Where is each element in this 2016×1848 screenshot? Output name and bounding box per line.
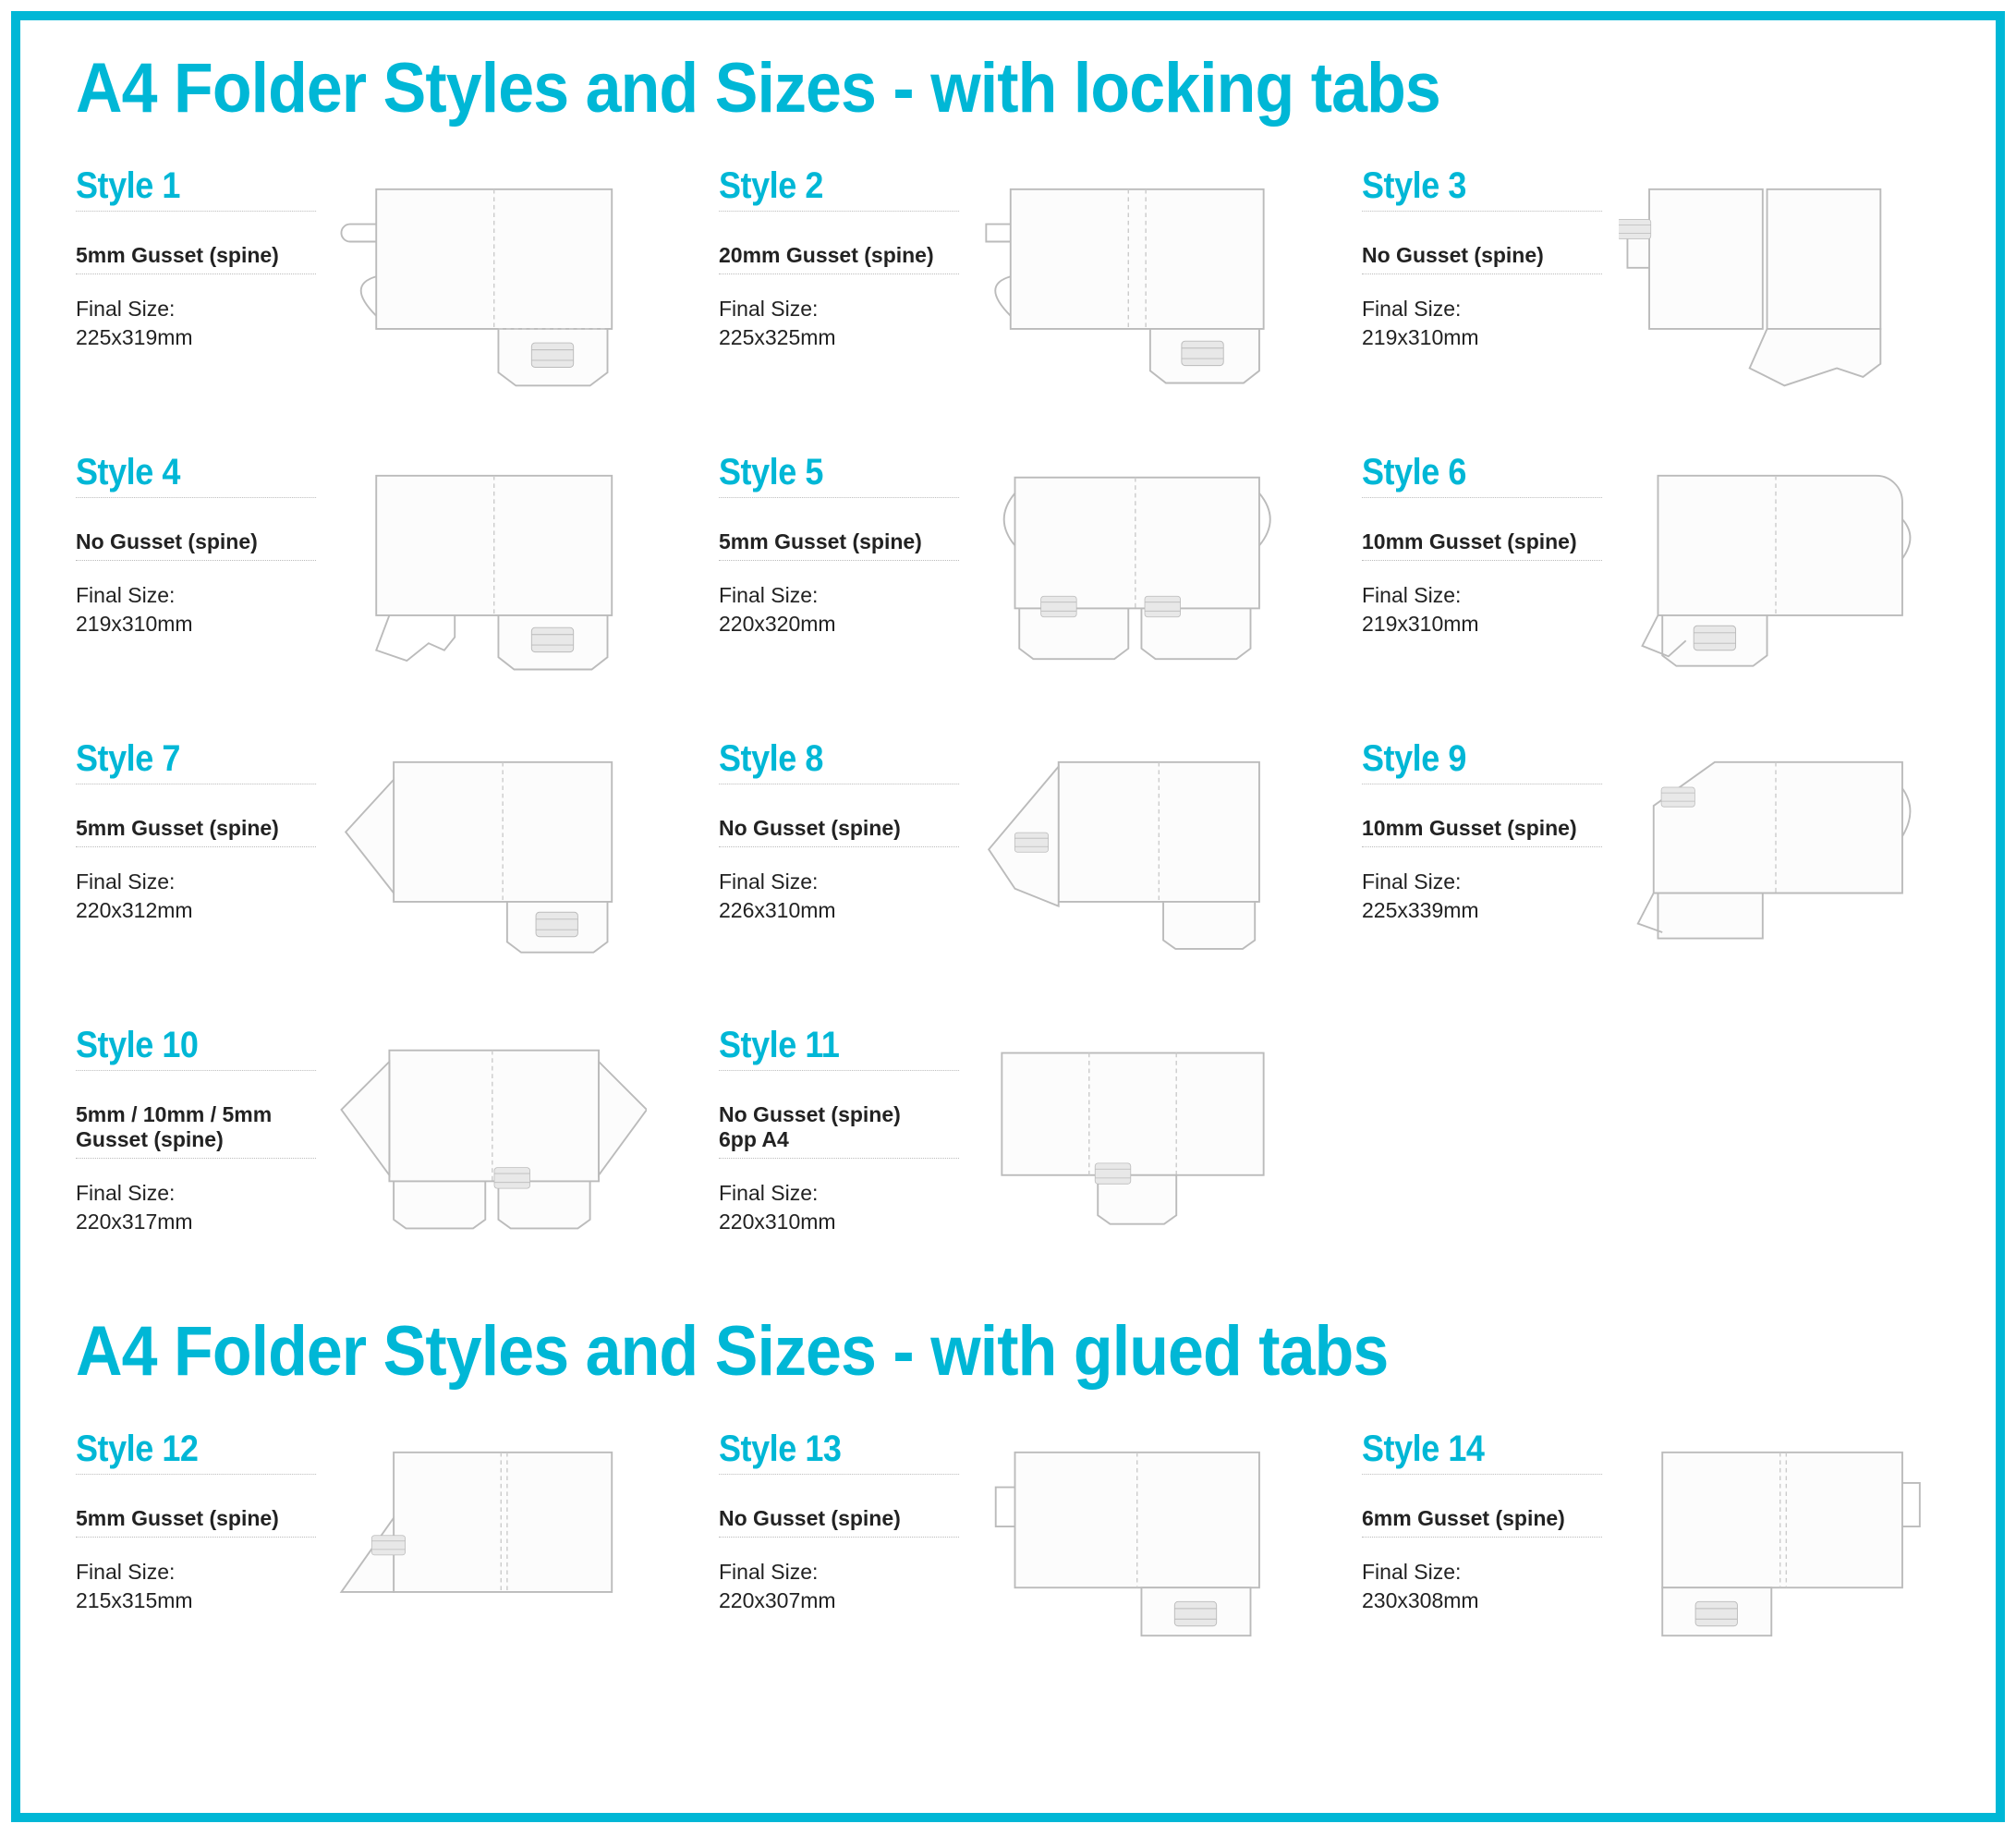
style-grid: Style 12 5mm Gusset (spine) Final Size: 21… xyxy=(76,1429,1940,1660)
gusset-spec: No Gusset (spine) xyxy=(76,529,316,561)
final-size: Final Size: 226x310mm xyxy=(719,868,959,925)
dieline-diagram xyxy=(1611,452,1940,683)
style-name: Style 12 xyxy=(76,1429,316,1475)
final-size: Final Size: 220x317mm xyxy=(76,1179,316,1236)
style-name: Style 3 xyxy=(1362,165,1602,212)
gusset-spec: No Gusset (spine) 6pp A4 xyxy=(719,1102,959,1159)
style-item: Style 2 20mm Gusset (spine) Final Size: 22… xyxy=(719,165,1297,396)
gusset-spec: 20mm Gusset (spine) xyxy=(719,243,959,274)
style-name: Style 1 xyxy=(76,165,316,212)
final-size: Final Size: 219x310mm xyxy=(1362,295,1602,352)
dieline-diagram xyxy=(325,1429,654,1660)
style-item: Style 7 5mm Gusset (spine) Final Size: 220… xyxy=(76,738,654,969)
gusset-spec: 10mm Gusset (spine) xyxy=(1362,529,1602,561)
gusset-spec: No Gusset (spine) xyxy=(719,816,959,847)
style-item: Style 6 10mm Gusset (spine) Final Size: 21… xyxy=(1362,452,1940,683)
style-item: Style 9 10mm Gusset (spine) Final Size: 22… xyxy=(1362,738,1940,969)
gusset-spec: 5mm Gusset (spine) xyxy=(76,243,316,274)
style-item: Style 8 No Gusset (spine) Final Size: 226x… xyxy=(719,738,1297,969)
style-name: Style 8 xyxy=(719,738,959,784)
style-name: Style 4 xyxy=(76,452,316,498)
final-size: Final Size: 225x339mm xyxy=(1362,868,1602,925)
dieline-diagram xyxy=(1611,738,1940,969)
gusset-spec: 10mm Gusset (spine) xyxy=(1362,816,1602,847)
style-item: Style 11 No Gusset (spine) 6pp A4 Final Si… xyxy=(719,1025,1297,1256)
final-size: Final Size: 220x310mm xyxy=(719,1179,959,1236)
section-heading: A4 Folder Styles and Sizes - with lockin… xyxy=(76,48,1791,128)
style-name: Style 10 xyxy=(76,1025,316,1071)
style-name: Style 13 xyxy=(719,1429,959,1475)
style-name: Style 6 xyxy=(1362,452,1602,498)
gusset-spec: 5mm / 10mm / 5mm Gusset (spine) xyxy=(76,1102,316,1159)
dieline-diagram xyxy=(325,165,654,396)
style-item: Style 14 6mm Gusset (spine) Final Size: 23… xyxy=(1362,1429,1940,1660)
final-size: Final Size: 225x319mm xyxy=(76,295,316,352)
final-size: Final Size: 215x315mm xyxy=(76,1558,316,1615)
style-item: Style 13 No Gusset (spine) Final Size: 220… xyxy=(719,1429,1297,1660)
gusset-spec: 6mm Gusset (spine) xyxy=(1362,1506,1602,1538)
dieline-diagram xyxy=(968,452,1297,683)
style-grid: Style 1 5mm Gusset (spine) Final Size: 225… xyxy=(76,165,1940,1256)
dieline-diagram xyxy=(968,738,1297,969)
final-size: Final Size: 219x310mm xyxy=(76,581,316,638)
style-name: Style 9 xyxy=(1362,738,1602,784)
style-name: Style 2 xyxy=(719,165,959,212)
final-size: Final Size: 220x312mm xyxy=(76,868,316,925)
final-size: Final Size: 220x307mm xyxy=(719,1558,959,1615)
dieline-diagram xyxy=(968,165,1297,396)
style-name: Style 14 xyxy=(1362,1429,1602,1475)
style-name: Style 5 xyxy=(719,452,959,498)
gusset-spec: No Gusset (spine) xyxy=(1362,243,1602,274)
style-item: Style 12 5mm Gusset (spine) Final Size: 21… xyxy=(76,1429,654,1660)
gusset-spec: No Gusset (spine) xyxy=(719,1506,959,1538)
dieline-diagram xyxy=(325,1025,654,1256)
dieline-diagram xyxy=(1611,1429,1940,1660)
final-size: Final Size: 219x310mm xyxy=(1362,581,1602,638)
gusset-spec: 5mm Gusset (spine) xyxy=(76,816,316,847)
gusset-spec: 5mm Gusset (spine) xyxy=(719,529,959,561)
style-name: Style 7 xyxy=(76,738,316,784)
dieline-diagram xyxy=(968,1025,1297,1256)
final-size: Final Size: 230x308mm xyxy=(1362,1558,1602,1615)
style-item: Style 5 5mm Gusset (spine) Final Size: 220… xyxy=(719,452,1297,683)
style-item: Style 1 5mm Gusset (spine) Final Size: 225… xyxy=(76,165,654,396)
dieline-diagram xyxy=(968,1429,1297,1660)
section-heading: A4 Folder Styles and Sizes - with glued … xyxy=(76,1311,1791,1392)
dieline-diagram xyxy=(325,738,654,969)
final-size: Final Size: 225x325mm xyxy=(719,295,959,352)
dieline-diagram xyxy=(325,452,654,683)
final-size: Final Size: 220x320mm xyxy=(719,581,959,638)
dieline-diagram xyxy=(1611,165,1940,396)
gusset-spec: 5mm Gusset (spine) xyxy=(76,1506,316,1538)
spec-sheet: A4 Folder Styles and Sizes - with lockin… xyxy=(11,11,2005,1822)
style-item: Style 3 No Gusset (spine) Final Size: 219x… xyxy=(1362,165,1940,396)
style-item: Style 4 No Gusset (spine) Final Size: 219x… xyxy=(76,452,654,683)
style-item: Style 10 5mm / 10mm / 5mm Gusset (spine) F… xyxy=(76,1025,654,1256)
style-name: Style 11 xyxy=(719,1025,959,1071)
